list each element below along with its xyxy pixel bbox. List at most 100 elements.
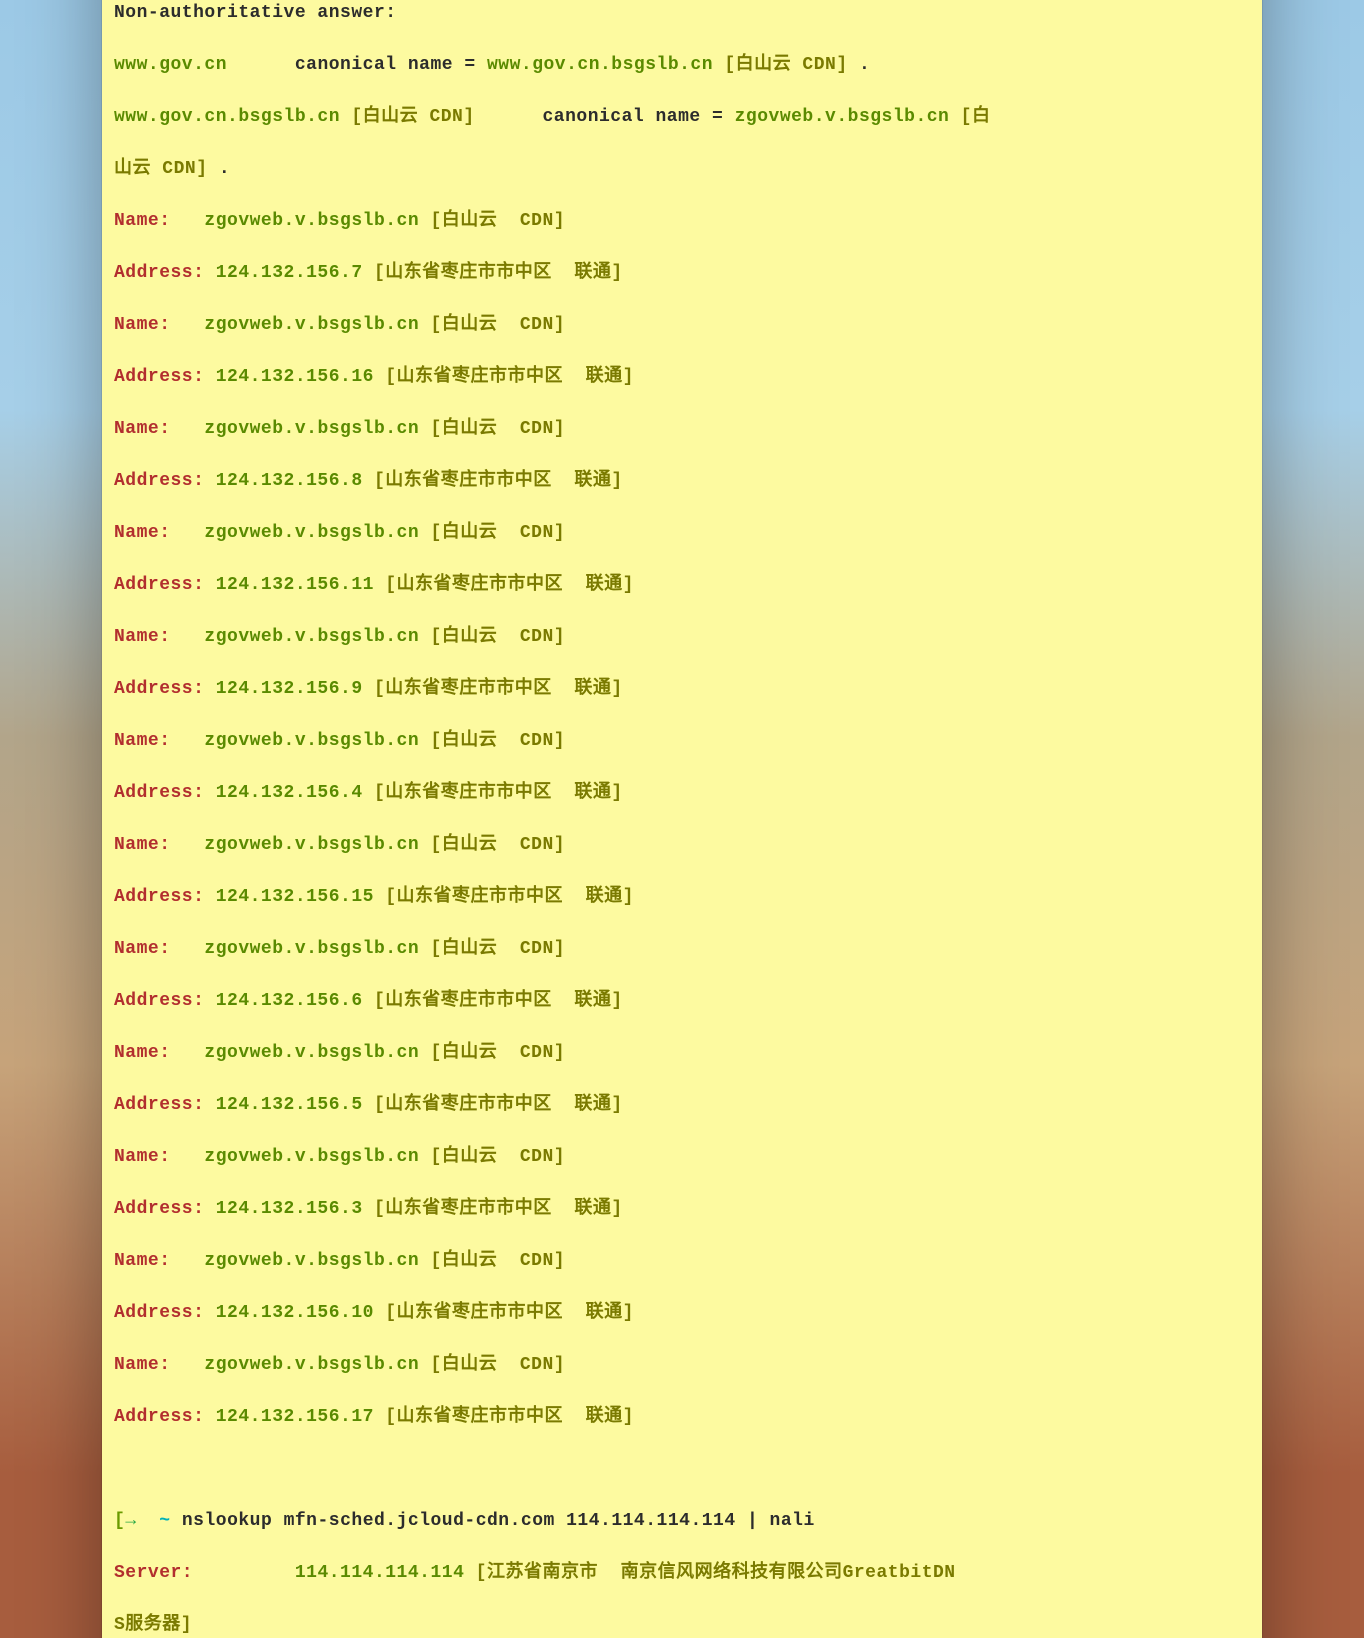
desktop-background: frank — frank@FrankdeMac-mini — ~ — -zsh… (0, 0, 1364, 1638)
geo-location: [白山云 CDN] (419, 1147, 565, 1167)
name-label: Name: (114, 315, 171, 335)
terminal-window: frank — frank@FrankdeMac-mini — ~ — -zsh… (102, 0, 1262, 1638)
geo-location: [山东省枣庄市市中区 联通] (363, 1095, 623, 1115)
name-label: Name: (114, 419, 171, 439)
terminal-output[interactable]: Address: 46.82.174.69 [德国] [→ ~ nslookup… (102, 0, 1262, 1638)
geo-location: [白山云 CDN] (419, 419, 565, 439)
ip-address: 124.132.156.7 (216, 263, 363, 283)
geo-location: [白山云 CDN] (419, 315, 565, 335)
pad (171, 211, 205, 231)
name-label: Name: (114, 731, 171, 751)
hostname: zgovweb.v.bsgslb.cn (204, 1043, 419, 1063)
server-ip: 114.114.114.114 (295, 1563, 465, 1583)
address-label: Address: (114, 471, 216, 491)
address-label: Address: (114, 887, 216, 907)
geo-location: [山东省枣庄市市中区 联通] (363, 471, 623, 491)
hostname: zgovweb.v.bsgslb.cn (735, 107, 950, 127)
geo-location: [白 (949, 107, 990, 127)
pad (171, 1251, 205, 1271)
geo-location: [白山云 CDN] (419, 627, 565, 647)
geo-location: [白山云 CDN] (419, 523, 565, 543)
dot: . (848, 55, 871, 75)
non-auth-header: Non-authoritative answer: (114, 3, 397, 23)
shell-command: nslookup mfn-sched.jcloud-cdn.com 114.11… (182, 1511, 815, 1531)
geo-location: [白山云 CDN] (419, 1251, 565, 1271)
name-label: Name: (114, 1251, 171, 1271)
ip-address: 124.132.156.11 (216, 575, 374, 595)
ip-address: 124.132.156.5 (216, 1095, 363, 1115)
pad (171, 419, 205, 439)
hostname: zgovweb.v.bsgslb.cn (204, 315, 419, 335)
cname-label: canonical name = (295, 55, 487, 75)
ip-address: 124.132.156.3 (216, 1199, 363, 1219)
hostname: zgovweb.v.bsgslb.cn (204, 419, 419, 439)
geo-location: [白山云 CDN] (419, 1355, 565, 1375)
hostname: zgovweb.v.bsgslb.cn (204, 1355, 419, 1375)
pad (171, 1043, 205, 1063)
name-label: Name: (114, 835, 171, 855)
name-label: Name: (114, 627, 171, 647)
pad (171, 731, 205, 751)
geo-location: [白山云 CDN] (419, 1043, 565, 1063)
hostname: zgovweb.v.bsgslb.cn (204, 211, 419, 231)
hostname: www.gov.cn (114, 55, 227, 75)
ip-address: 124.132.156.15 (216, 887, 374, 907)
pad (227, 55, 295, 75)
hostname: zgovweb.v.bsgslb.cn (204, 939, 419, 959)
pad (475, 107, 543, 127)
hostname: www.gov.cn.bsgslb.cn (487, 55, 713, 75)
address-label: Address: (114, 367, 216, 387)
prompt-arrow-icon: → (125, 1511, 136, 1531)
pad (171, 1355, 205, 1375)
pad (171, 835, 205, 855)
hostname: zgovweb.v.bsgslb.cn (204, 627, 419, 647)
hostname: zgovweb.v.bsgslb.cn (204, 731, 419, 751)
geo-location: [白山云 CDN] (419, 835, 565, 855)
ip-address: 124.132.156.4 (216, 783, 363, 803)
address-label: Address: (114, 1095, 216, 1115)
name-label: Name: (114, 1355, 171, 1375)
ip-address: 124.132.156.6 (216, 991, 363, 1011)
geo-location: [山东省枣庄市市中区 联通] (363, 1199, 623, 1219)
address-label: Address: (114, 1199, 216, 1219)
address-label: Address: (114, 783, 216, 803)
pad (171, 523, 205, 543)
ip-address: 124.132.156.17 (216, 1407, 374, 1427)
address-label: Address: (114, 263, 216, 283)
ip-address: 124.132.156.10 (216, 1303, 374, 1323)
geo-location: [白山云 CDN] (419, 731, 565, 751)
geo-location: 山云 CDN] (114, 159, 208, 179)
geo-location: [山东省枣庄市市中区 联通] (374, 1303, 634, 1323)
geo-location: [山东省枣庄市市中区 联通] (374, 575, 634, 595)
name-label: Name: (114, 523, 171, 543)
pad (171, 939, 205, 959)
geo-location: [白山云 CDN] (419, 211, 565, 231)
prompt-tilde: ~ (159, 1511, 170, 1531)
pad (171, 1147, 205, 1167)
geo-location: [江苏省南京市 南京信风网络科技有限公司GreatbitDN (464, 1563, 955, 1583)
cname-label: canonical name = (542, 107, 734, 127)
address-label: Address: (114, 575, 216, 595)
geo-location: [山东省枣庄市市中区 联通] (363, 991, 623, 1011)
geo-location: [山东省枣庄市市中区 联通] (374, 367, 634, 387)
geo-location: S服务器] (114, 1615, 192, 1635)
pad (193, 1563, 295, 1583)
name-label: Name: (114, 211, 171, 231)
hostname: zgovweb.v.bsgslb.cn (204, 835, 419, 855)
geo-location: [山东省枣庄市市中区 联通] (374, 887, 634, 907)
name-label: Name: (114, 939, 171, 959)
geo-location: [白山云 CDN] (340, 107, 475, 127)
geo-location: [山东省枣庄市市中区 联通] (363, 783, 623, 803)
address-label: Address: (114, 679, 216, 699)
address-label: Address: (114, 1303, 216, 1323)
ip-address: 124.132.156.9 (216, 679, 363, 699)
hostname: zgovweb.v.bsgslb.cn (204, 1251, 419, 1271)
geo-location: [白山云 CDN] (419, 939, 565, 959)
geo-location: [山东省枣庄市市中区 联通] (374, 1407, 634, 1427)
dot: . (208, 159, 231, 179)
ip-address: 124.132.156.8 (216, 471, 363, 491)
geo-location: [山东省枣庄市市中区 联通] (363, 263, 623, 283)
prompt-bracket: [ (114, 1511, 125, 1531)
name-label: Name: (114, 1043, 171, 1063)
server-label: Server: (114, 1563, 193, 1583)
